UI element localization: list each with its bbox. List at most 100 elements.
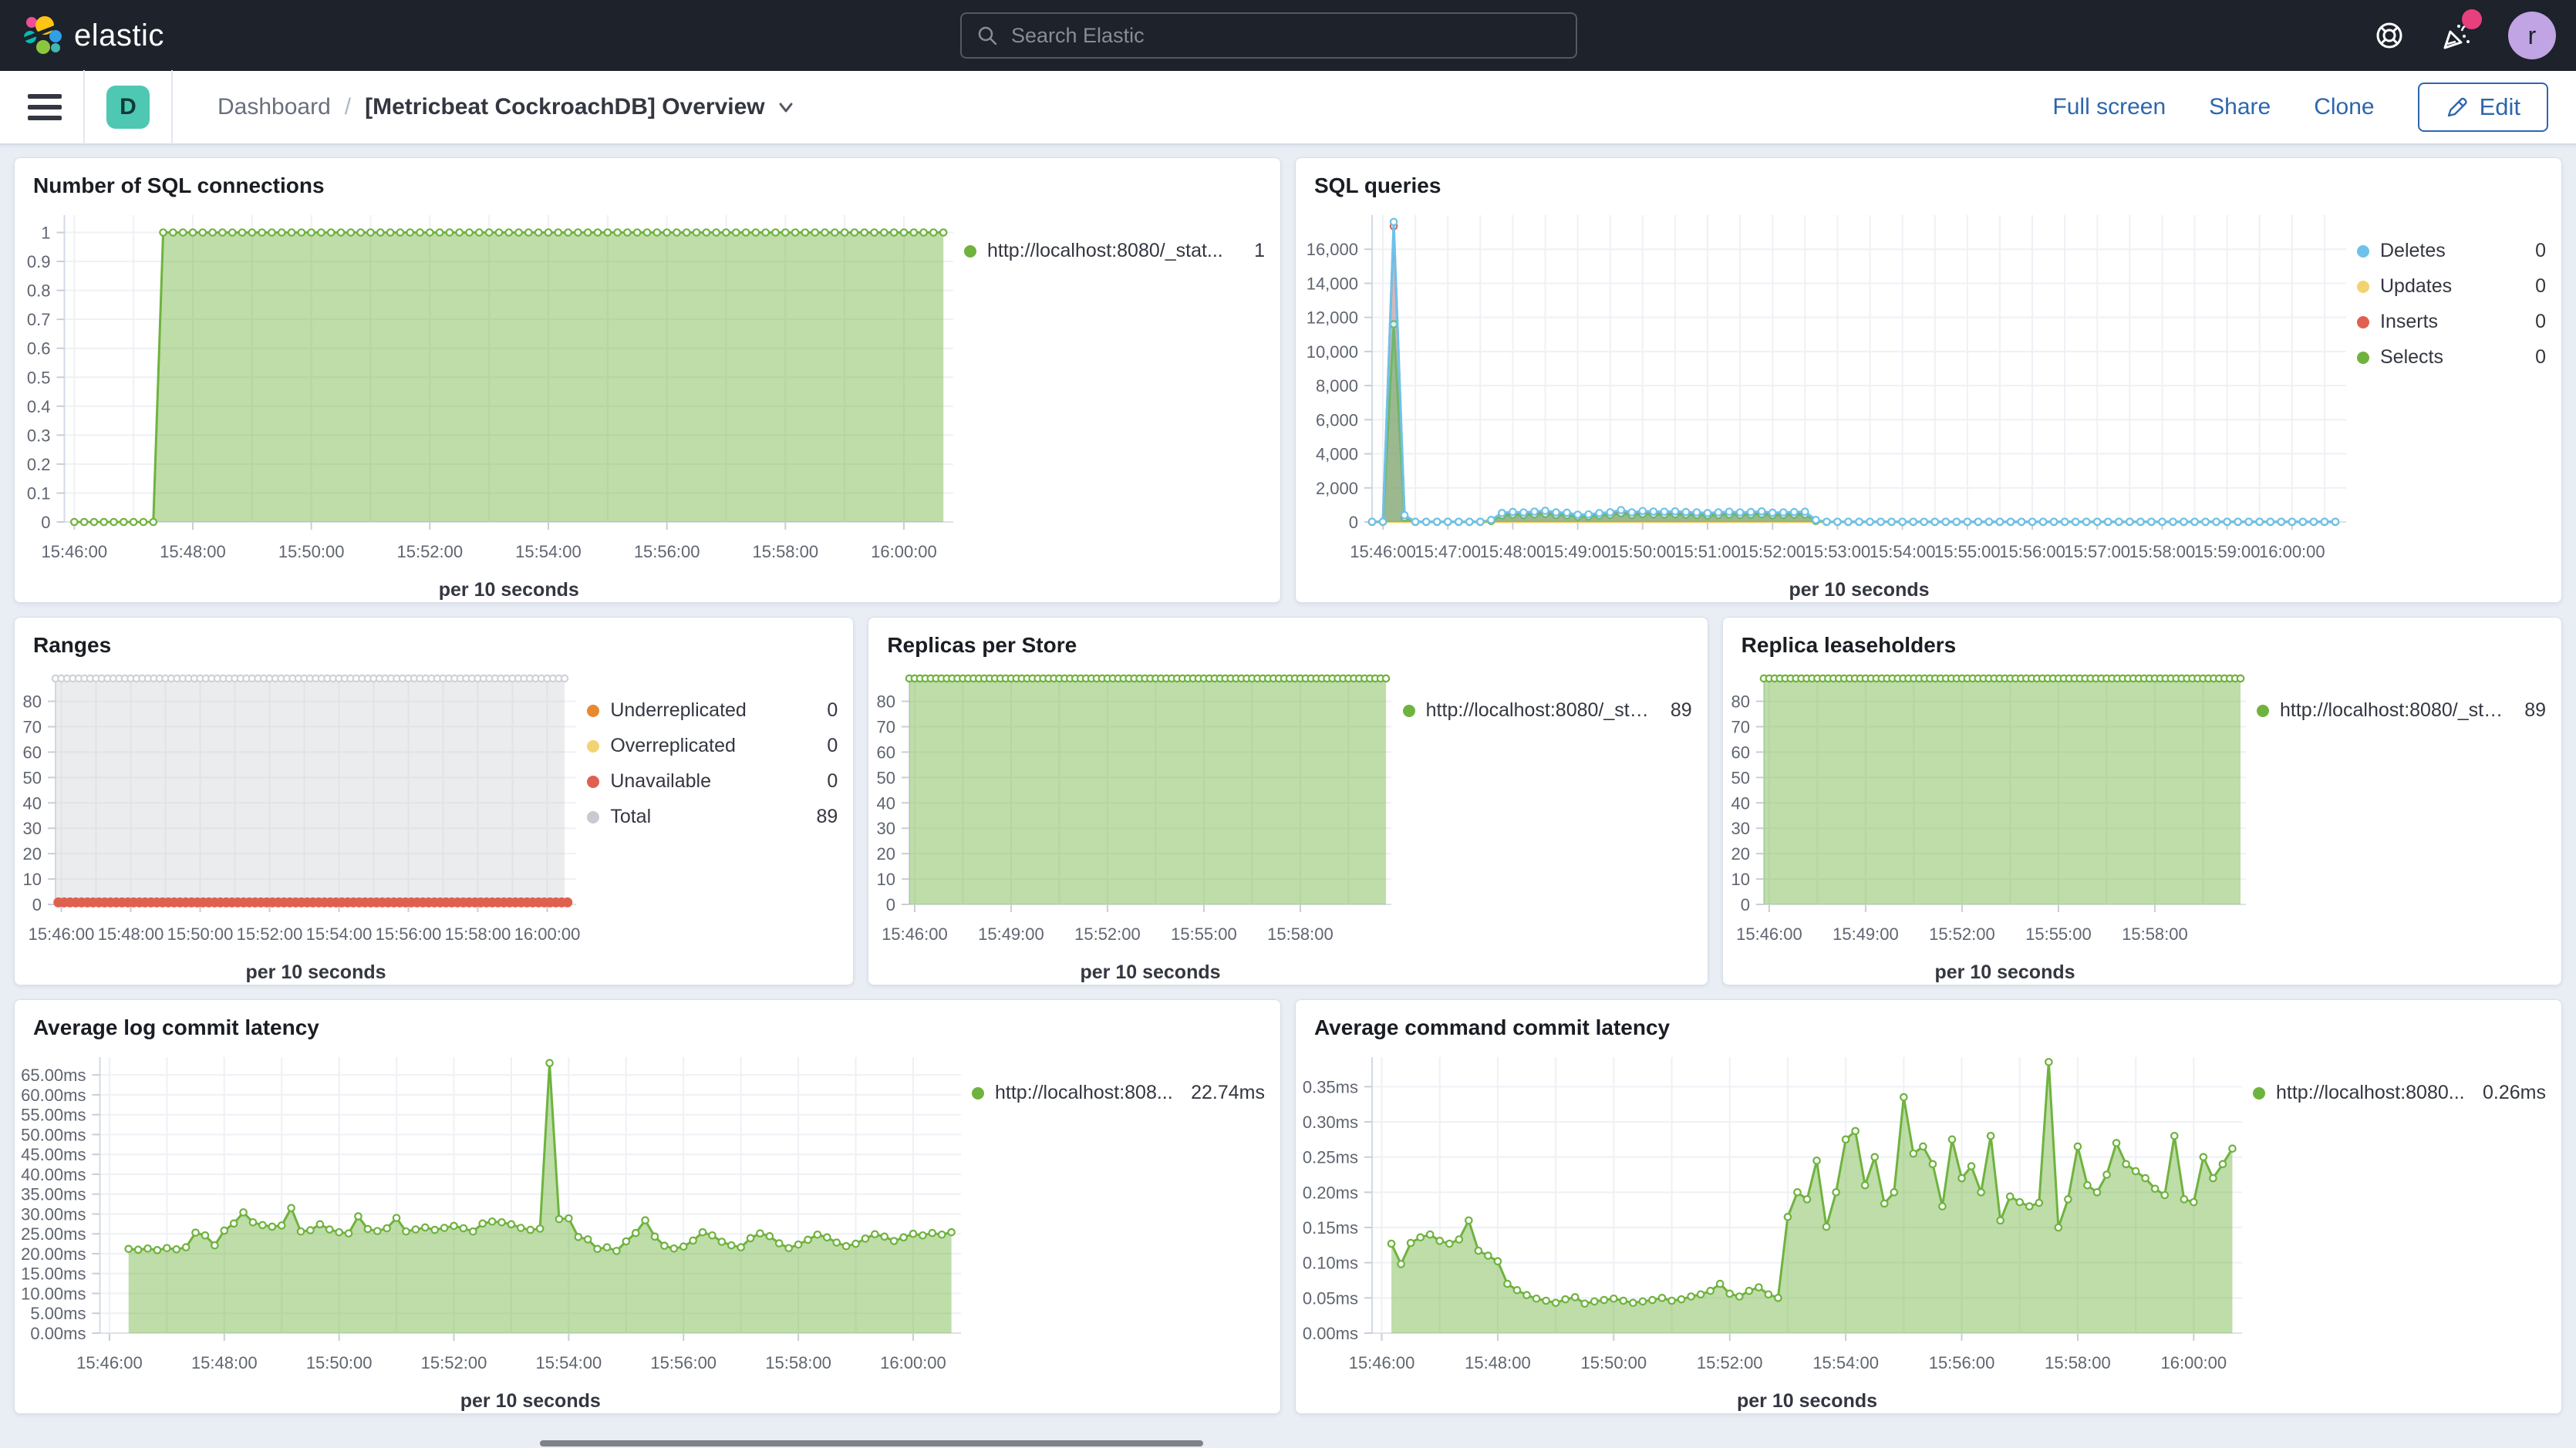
legend-series-dot [1403, 705, 1415, 717]
legend-item[interactable]: Inserts0 [2357, 311, 2546, 333]
svg-text:15:47:00: 15:47:00 [1414, 542, 1481, 561]
svg-text:50.00ms: 50.00ms [21, 1125, 86, 1144]
svg-text:16,000: 16,000 [1307, 240, 1358, 259]
svg-text:16:00:00: 16:00:00 [514, 924, 581, 944]
svg-text:40: 40 [1731, 793, 1749, 813]
chart-sql-connections[interactable]: 10.90.80.70.60.50.40.30.20.1015:46:0015:… [15, 203, 964, 602]
user-avatar[interactable]: r [2508, 12, 2556, 59]
legend-item[interactable]: http://localhost:808...22.74ms [972, 1082, 1265, 1104]
svg-text:per 10 seconds: per 10 seconds [1081, 961, 1221, 983]
legend-series-label: http://localhost:8080/_sta... [1426, 699, 1654, 722]
legend-item[interactable]: Unavailable0 [587, 770, 838, 793]
legend-series-label: Updates [2380, 275, 2452, 298]
chevron-down-icon [776, 97, 796, 117]
svg-text:0.6: 0.6 [27, 339, 51, 359]
svg-text:15:46:00: 15:46:00 [29, 924, 95, 944]
legend-item[interactable]: http://localhost:8080/_stat...1 [964, 240, 1265, 262]
svg-text:15:48:00: 15:48:00 [98, 924, 164, 944]
svg-text:15:58:00: 15:58:00 [2129, 542, 2196, 561]
svg-text:15:59:00: 15:59:00 [2194, 542, 2261, 561]
chart-legend: http://localhost:8080...0.26ms [2253, 1045, 2561, 1413]
horizontal-scrollbar-thumb[interactable] [540, 1440, 1203, 1446]
legend-series-label: Inserts [2380, 311, 2438, 333]
chart-command-commit-latency[interactable]: 0.35ms0.30ms0.25ms0.20ms0.15ms0.10ms0.05… [1296, 1045, 2253, 1413]
chart-legend: http://localhost:8080/_stat...1 [964, 203, 1280, 602]
breadcrumb: Dashboard / [Metricbeat CockroachDB] Ove… [217, 94, 796, 120]
svg-text:15:56:00: 15:56:00 [634, 542, 700, 561]
legend-series-label: Selects [2380, 346, 2443, 369]
svg-text:0.25ms: 0.25ms [1303, 1148, 1358, 1167]
legend-series-dot [2357, 316, 2369, 328]
global-search[interactable] [960, 12, 1577, 59]
breadcrumb-dashboard-link[interactable]: Dashboard [217, 94, 331, 120]
legend-series-value: 89 [2507, 699, 2546, 722]
svg-text:60: 60 [877, 743, 895, 762]
legend-item[interactable]: http://localhost:8080...0.26ms [2253, 1082, 2546, 1104]
menu-icon[interactable] [28, 94, 62, 120]
legend-series-value: 0.26ms [2466, 1082, 2546, 1104]
panel-log-commit-latency: Average log commit latency 65.00ms60.00m… [14, 999, 1281, 1414]
panel-replica-leaseholders: Replica leaseholders 8070605040302010015… [1722, 617, 2562, 985]
svg-text:30.00ms: 30.00ms [21, 1204, 86, 1224]
svg-text:0.15ms: 0.15ms [1303, 1218, 1358, 1238]
svg-text:15:56:00: 15:56:00 [376, 924, 442, 944]
svg-text:70: 70 [877, 718, 895, 737]
legend-series-value: 0 [810, 735, 838, 757]
panel-title: Ranges [15, 618, 853, 662]
clone-button[interactable]: Clone [2314, 94, 2374, 120]
svg-text:50: 50 [877, 768, 895, 787]
panel-title: SQL queries [1296, 158, 2561, 203]
chart-replica-leaseholders[interactable]: 8070605040302010015:46:0015:49:0015:52:0… [1723, 662, 2257, 985]
chart-ranges[interactable]: 8070605040302010015:46:0015:48:0015:50:0… [15, 662, 587, 985]
elastic-brand[interactable]: elastic [22, 15, 164, 56]
legend-series-dot [587, 811, 599, 823]
legend-series-label: Total [610, 806, 651, 828]
svg-text:20: 20 [1731, 844, 1749, 864]
svg-text:0.3: 0.3 [27, 426, 51, 445]
svg-text:15:50:00: 15:50:00 [1610, 542, 1676, 561]
legend-item[interactable]: Deletes0 [2357, 240, 2546, 262]
svg-text:15:54:00: 15:54:00 [1870, 542, 1936, 561]
svg-text:0: 0 [886, 895, 895, 914]
dashboard-title-menu[interactable]: [Metricbeat CockroachDB] Overview [365, 94, 796, 120]
svg-text:15:52:00: 15:52:00 [396, 542, 463, 561]
search-input[interactable] [1010, 23, 1562, 49]
share-button[interactable]: Share [2209, 94, 2271, 120]
svg-text:15:49:00: 15:49:00 [1545, 542, 1611, 561]
legend-item[interactable]: Selects0 [2357, 346, 2546, 369]
panel-sql-queries: SQL queries 16,00014,00012,00010,0008,00… [1295, 157, 2562, 603]
svg-text:15:58:00: 15:58:00 [752, 542, 818, 561]
svg-text:25.00ms: 25.00ms [21, 1224, 86, 1244]
chart-log-commit-latency[interactable]: 65.00ms60.00ms55.00ms50.00ms45.00ms40.00… [15, 1045, 972, 1413]
svg-text:30: 30 [877, 819, 895, 838]
svg-text:40: 40 [23, 793, 42, 813]
full-screen-button[interactable]: Full screen [2052, 94, 2166, 120]
legend-series-value: 0 [2518, 275, 2546, 298]
legend-series-value: 0 [810, 770, 838, 793]
svg-text:0.35ms: 0.35ms [1303, 1077, 1358, 1096]
svg-text:15:46:00: 15:46:00 [41, 542, 107, 561]
dashboard-badge[interactable]: D [106, 86, 150, 129]
chart-sql-queries[interactable]: 16,00014,00012,00010,0008,0006,0004,0002… [1296, 203, 2357, 602]
legend-item[interactable]: http://localhost:8080/_sta...89 [1403, 699, 1692, 722]
svg-text:30: 30 [23, 819, 42, 838]
svg-text:40: 40 [877, 793, 895, 813]
legend-item[interactable]: http://localhost:8080/_sta...89 [2257, 699, 2546, 722]
edit-button[interactable]: Edit [2418, 83, 2548, 132]
legend-item[interactable]: Underreplicated0 [587, 699, 838, 722]
newsfeed-icon[interactable] [2440, 19, 2474, 52]
chart-replicas-per-store[interactable]: 8070605040302010015:46:0015:49:0015:52:0… [868, 662, 1402, 985]
legend-item[interactable]: Updates 0 [2357, 275, 2546, 298]
svg-text:15:52:00: 15:52:00 [237, 924, 303, 944]
svg-text:0.7: 0.7 [27, 310, 51, 329]
svg-text:15:54:00: 15:54:00 [1812, 1353, 1879, 1372]
legend-item[interactable]: Overreplicated0 [587, 735, 838, 757]
dashboard-grid: Number of SQL connections 10.90.80.70.60… [0, 145, 2576, 1426]
chart-legend: http://localhost:808...22.74ms [972, 1045, 1280, 1413]
svg-text:15:46:00: 15:46:00 [1736, 924, 1802, 944]
help-icon[interactable] [2372, 19, 2406, 52]
legend-series-dot [587, 776, 599, 788]
legend-item[interactable]: Total89 [587, 806, 838, 828]
legend-series-dot [2357, 352, 2369, 364]
svg-text:15:46:00: 15:46:00 [76, 1353, 143, 1372]
